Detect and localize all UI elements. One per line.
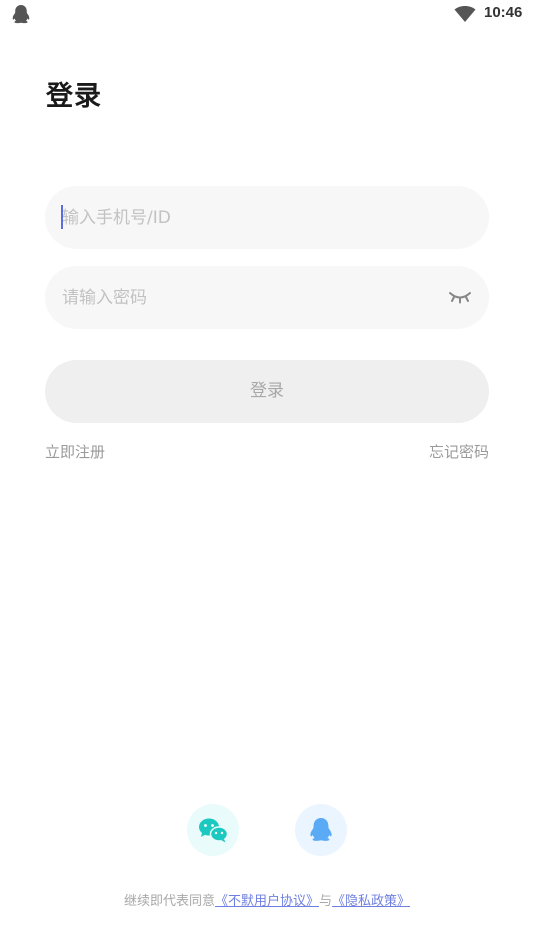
page-title: 登录 <box>46 81 102 112</box>
agreement-prefix: 继续即代表同意 <box>123 894 215 909</box>
password-field[interactable] <box>45 266 489 329</box>
agreement-text: 继续即代表同意《不默用户协议》与《隐私政策》 <box>0 890 534 909</box>
register-link[interactable]: 立即注册 <box>45 441 105 462</box>
forgot-password-link[interactable]: 忘记密码 <box>429 441 489 462</box>
eye-closed-icon[interactable] <box>447 287 473 307</box>
phone-input[interactable] <box>62 186 442 249</box>
agreement-joiner: 与 <box>319 894 333 909</box>
qq-login-button[interactable] <box>295 804 347 856</box>
wifi-icon <box>454 6 476 22</box>
qq-notification-icon <box>12 5 30 24</box>
text-cursor <box>61 205 63 229</box>
status-time: 10:46 <box>484 4 523 21</box>
wechat-login-button[interactable] <box>187 804 239 856</box>
status-bar: 10:46 <box>0 0 534 30</box>
phone-field[interactable] <box>45 186 489 249</box>
password-input[interactable] <box>62 266 442 329</box>
user-agreement-link[interactable]: 《不默用户协议》 <box>215 894 319 909</box>
login-button[interactable]: 登录 <box>45 360 489 423</box>
privacy-policy-link[interactable]: 《隐私政策》 <box>332 894 410 909</box>
qq-icon <box>310 818 332 841</box>
wechat-icon <box>199 818 229 843</box>
login-screen: 10:46 登录 登录 立即注册 忘记密码 <box>0 0 534 949</box>
